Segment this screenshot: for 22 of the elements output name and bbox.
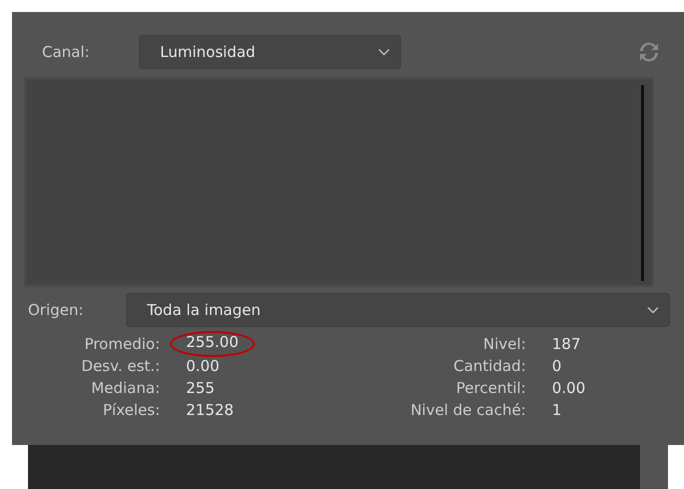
stat-value: 255.00 xyxy=(172,333,252,355)
stat-value: 1 xyxy=(552,401,562,419)
stat-label: Nivel: xyxy=(482,335,526,353)
stat-value: 255 xyxy=(186,379,215,397)
caret-icon xyxy=(647,306,659,314)
channel-label: Canal: xyxy=(42,43,91,61)
stat-label: Desv. est.: xyxy=(80,357,160,375)
caret-icon xyxy=(378,48,390,56)
stat-value: 187 xyxy=(552,335,581,353)
stat-value: 0 xyxy=(552,357,562,375)
stat-label: Mediana: xyxy=(90,379,160,397)
stat-value: 0.00 xyxy=(186,357,220,375)
stat-label: Nivel de caché: xyxy=(410,401,526,419)
source-label: Origen: xyxy=(28,301,84,319)
stat-value: 21528 xyxy=(186,401,234,419)
channel-dropdown[interactable]: Luminosidad xyxy=(139,35,401,69)
stat-label: Promedio: xyxy=(83,335,160,353)
source-dropdown[interactable]: Toda la imagen xyxy=(126,293,670,327)
stat-label: Percentil: xyxy=(455,379,526,397)
stat-label: Cantidad: xyxy=(452,357,526,375)
stat-value: 0.00 xyxy=(552,379,586,397)
stat-label: Píxeles: xyxy=(102,401,160,419)
